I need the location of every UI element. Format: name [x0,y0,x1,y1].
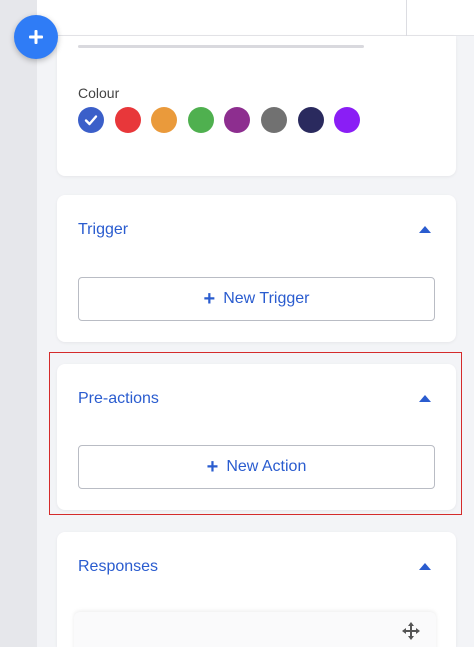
plus-icon: + [206,456,219,478]
collapse-caret-icon[interactable] [419,226,431,233]
colour-swatch[interactable] [334,107,361,133]
colour-swatch[interactable] [224,107,251,133]
colour-swatch[interactable] [187,107,214,133]
slider-track[interactable] [78,45,364,48]
trigger-title[interactable]: Trigger [78,221,128,239]
left-rail [0,0,37,647]
move-icon[interactable] [402,622,420,640]
plus-icon [29,30,43,44]
responses-title[interactable]: Responses [78,558,158,576]
colour-swatch[interactable] [78,107,104,133]
check-icon [84,115,98,126]
trigger-card: Trigger + New Trigger [57,195,456,342]
pre-actions-card: Pre-actions + New Action [57,364,456,510]
new-action-button[interactable]: + New Action [78,445,435,489]
collapse-caret-icon[interactable] [419,395,431,402]
top-strip [37,0,474,36]
colour-swatch[interactable] [260,107,287,133]
responses-card: Responses [57,532,456,647]
new-action-label: New Action [226,458,307,475]
response-item-panel [74,612,436,647]
colour-card: Colour [57,36,456,176]
colour-label: Colour [78,85,120,101]
colour-swatches [78,107,371,133]
new-trigger-label: New Trigger [223,290,310,307]
add-fab-button[interactable] [14,15,58,59]
pre-actions-title[interactable]: Pre-actions [78,390,159,408]
colour-swatch[interactable] [297,107,324,133]
top-divider [406,0,407,36]
collapse-caret-icon[interactable] [419,563,431,570]
plus-icon: + [203,288,216,310]
colour-swatch[interactable] [151,107,178,133]
colour-swatch[interactable] [114,107,141,133]
new-trigger-button[interactable]: + New Trigger [78,277,435,321]
